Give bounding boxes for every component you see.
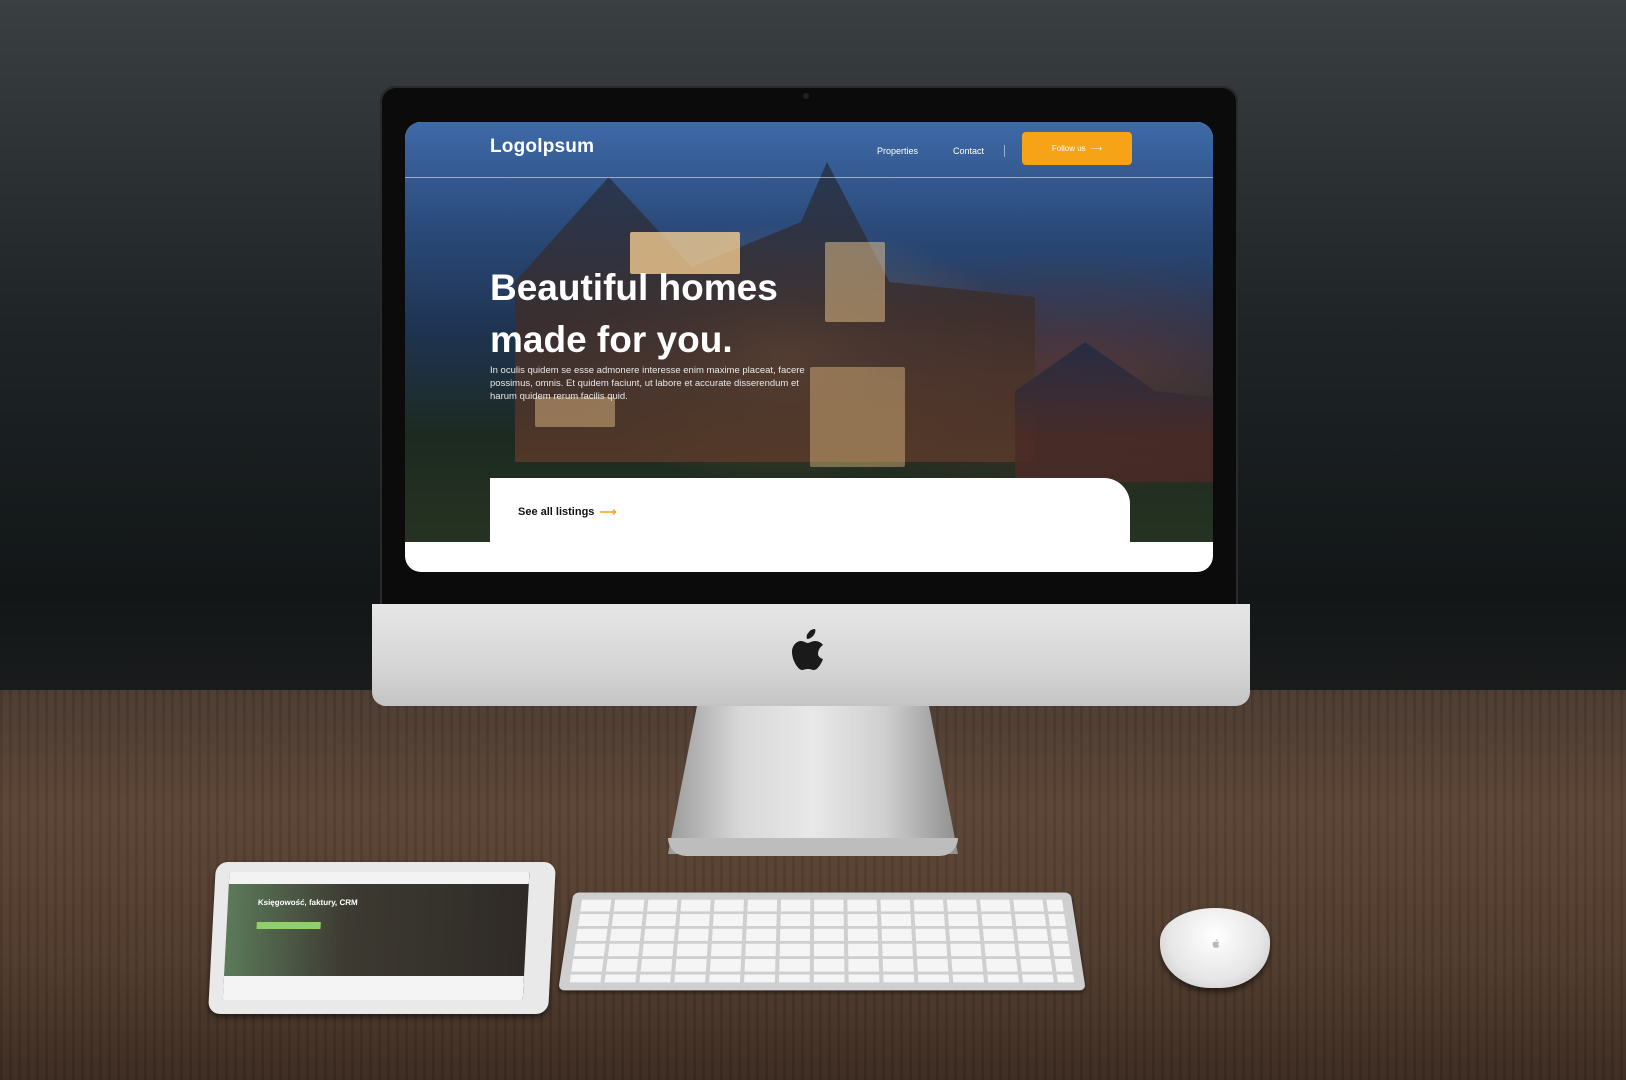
hero-headline-line2: made for you. xyxy=(490,319,733,360)
hero-description: In oculis quidem se esse admonere intere… xyxy=(490,365,805,402)
ipad-device: Księgowość, faktury, CRM xyxy=(208,862,556,1014)
ipad-site-header xyxy=(228,872,530,884)
camera-icon xyxy=(803,93,809,99)
follow-us-label: Follow us xyxy=(1051,144,1086,153)
house-image-secondary xyxy=(1015,342,1213,482)
hero-headline-line1: Beautiful homes xyxy=(490,267,778,308)
arrow-right-icon: ⟶ xyxy=(599,505,617,519)
nav-link-properties[interactable]: Properties xyxy=(877,146,918,156)
apple-logo-icon xyxy=(792,629,823,670)
nav-separator xyxy=(1004,145,1005,157)
see-all-listings-label: See all listings xyxy=(518,506,595,518)
imac-stand-base xyxy=(668,838,958,856)
imac-stand xyxy=(668,706,958,854)
website-screen: Logolpsum Properties Contact Follow us ⟶… xyxy=(405,122,1213,572)
magic-mouse xyxy=(1160,908,1270,988)
keyboard xyxy=(558,892,1086,991)
follow-us-button[interactable]: Follow us ⟶ xyxy=(1022,132,1132,165)
see-all-listings-link[interactable]: See all listings ⟶ xyxy=(518,505,617,519)
window-light xyxy=(810,367,905,467)
ipad-headline: Księgowość, faktury, CRM xyxy=(257,898,358,907)
keyboard-keys xyxy=(569,899,1075,983)
site-logo[interactable]: Logolpsum xyxy=(490,136,594,158)
listings-card: See all listings ⟶ xyxy=(490,478,1130,558)
ipad-cta-button xyxy=(256,922,321,929)
nav-link-contact[interactable]: Contact xyxy=(953,146,984,156)
ipad-feature-bar xyxy=(222,976,525,1000)
arrow-right-icon: ⟶ xyxy=(1090,144,1103,153)
imac-chin xyxy=(372,604,1250,706)
nav-divider-line xyxy=(405,177,1213,178)
apple-logo-icon xyxy=(1212,939,1220,948)
ipad-screen: Księgowość, faktury, CRM xyxy=(222,872,530,1000)
hero-headline: Beautiful homes made for you. xyxy=(490,262,850,366)
